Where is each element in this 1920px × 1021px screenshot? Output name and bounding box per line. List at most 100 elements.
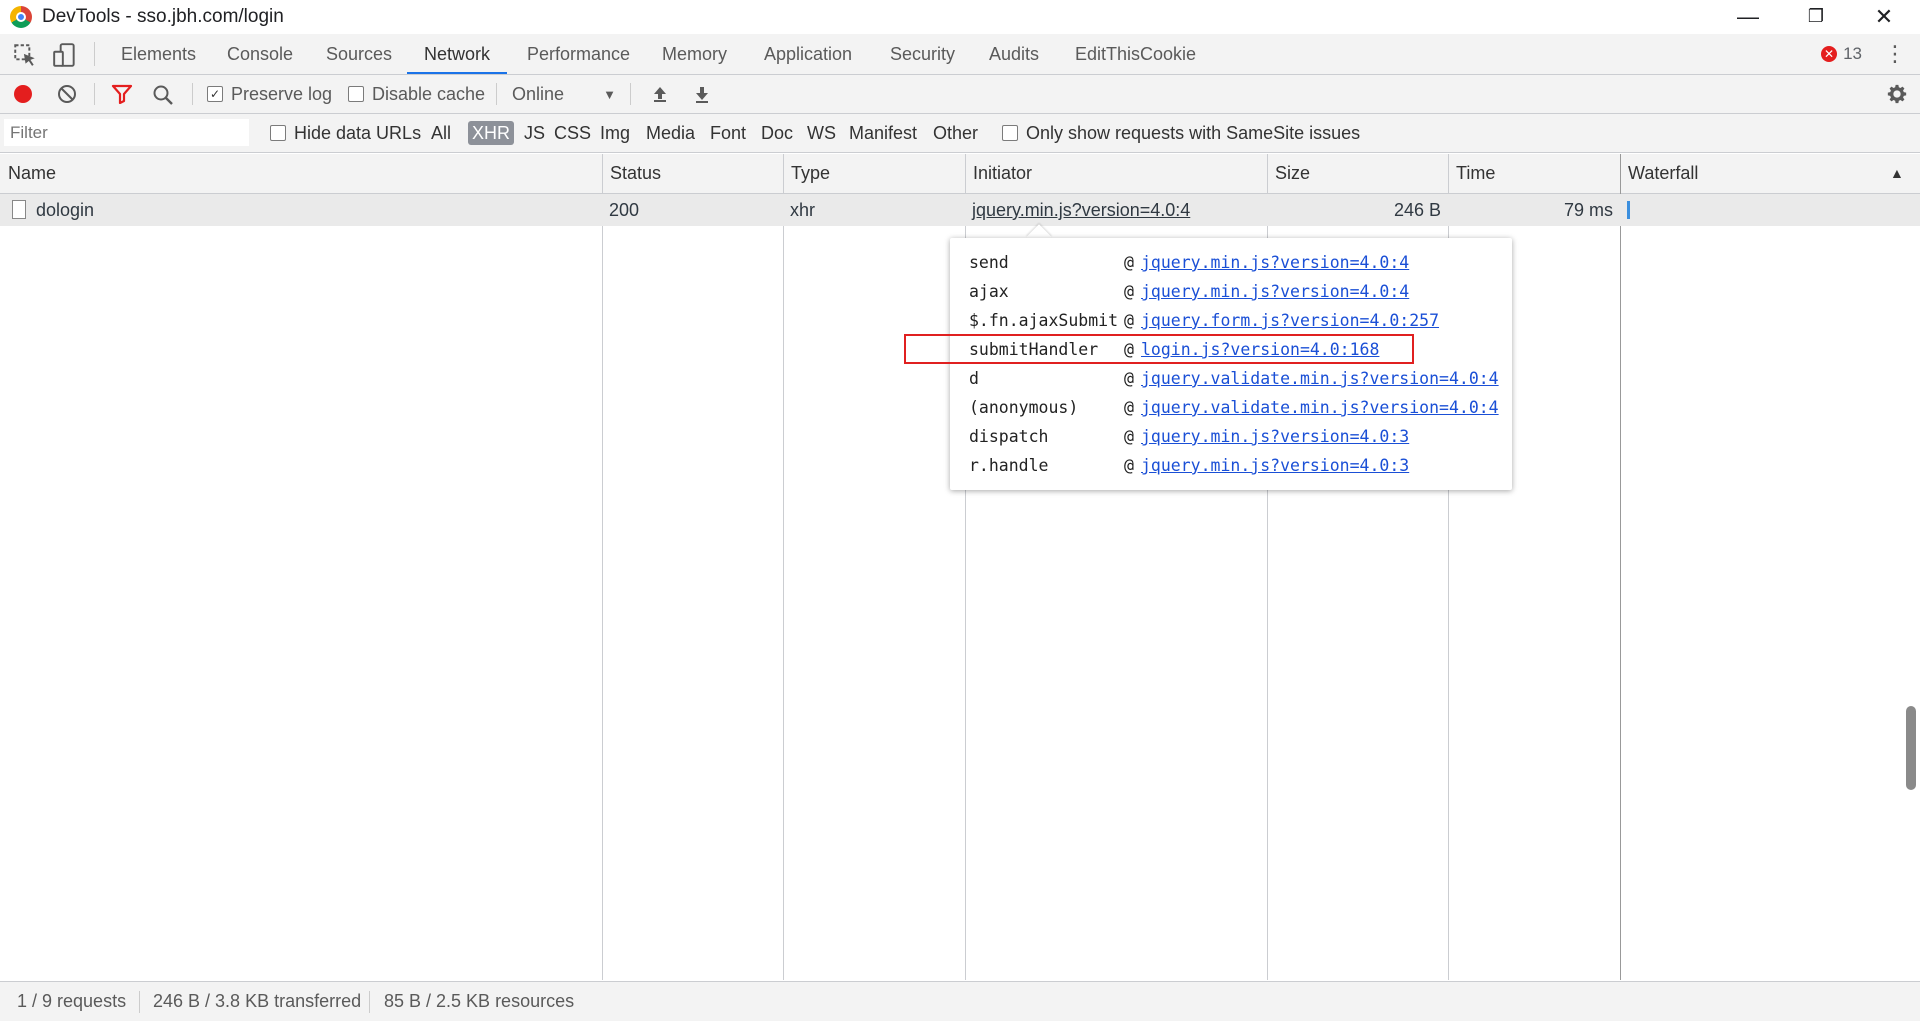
preserve-log-checkbox[interactable]: ✓ Preserve log <box>207 75 332 113</box>
filter-type-img[interactable]: Img <box>600 114 630 152</box>
filter-type-js[interactable]: JS <box>524 114 545 152</box>
stack-at: @ <box>1124 369 1134 388</box>
stack-source-link[interactable]: jquery.validate.min.js?version=4.0:4 <box>1141 364 1499 393</box>
search-icon[interactable] <box>152 84 174 106</box>
disable-cache-check <box>348 86 364 102</box>
toolbar-divider <box>192 83 193 105</box>
filter-type-doc[interactable]: Doc <box>761 114 793 152</box>
stack-function: $.fn.ajaxSubmit <box>969 311 1119 330</box>
samesite-label: Only show requests with SameSite issues <box>1026 122 1361 143</box>
filter-type-all[interactable]: All <box>431 114 451 152</box>
filter-type-ws[interactable]: WS <box>807 114 836 152</box>
tab-editthiscookie[interactable]: EditThisCookie <box>1075 34 1196 74</box>
filter-type-manifest[interactable]: Manifest <box>849 114 917 152</box>
disable-cache-checkbox[interactable]: Disable cache <box>348 75 485 113</box>
toolbar-divider <box>630 83 631 105</box>
filter-type-other[interactable]: Other <box>933 114 978 152</box>
clear-icon[interactable] <box>57 84 77 104</box>
record-icon <box>14 85 32 103</box>
tab-elements[interactable]: Elements <box>121 34 196 74</box>
chevron-down-icon: ▼ <box>603 86 616 102</box>
hide-data-urls-checkbox[interactable]: Hide data URLs <box>270 114 421 152</box>
filter-type-media[interactable]: Media <box>646 114 695 152</box>
column-header-initiator[interactable]: Initiator <box>965 154 1267 193</box>
request-size: 246 B <box>1393 200 1441 220</box>
minimize-button[interactable]: — <box>1718 0 1778 33</box>
hide-data-urls-label: Hide data URLs <box>294 122 422 143</box>
tab-application[interactable]: Application <box>764 34 852 74</box>
filter-type-css[interactable]: CSS <box>554 114 591 152</box>
stack-at: @ <box>1124 456 1134 475</box>
stack-source-link[interactable]: jquery.form.js?version=4.0:257 <box>1141 306 1439 335</box>
network-toolbar: ✓ Preserve log Disable cache Online ▼ <box>0 75 1920 114</box>
tab-memory[interactable]: Memory <box>662 34 727 74</box>
settings-gear-icon[interactable] <box>1886 83 1908 105</box>
column-header-type[interactable]: Type <box>783 154 965 193</box>
throttling-select[interactable]: Online ▼ <box>512 75 622 113</box>
column-header-size[interactable]: Size <box>1267 154 1448 193</box>
error-counter[interactable]: ✕ 13 <box>1821 34 1862 74</box>
column-header-name[interactable]: Name <box>0 154 602 193</box>
record-button[interactable] <box>14 75 32 113</box>
stack-source-link[interactable]: jquery.min.js?version=4.0:4 <box>1141 248 1409 277</box>
sort-ascending-icon[interactable]: ▲ <box>1890 154 1904 193</box>
stack-function: dispatch <box>969 427 1049 446</box>
filter-bar: Hide data URLs All XHR JS CSS Img Media … <box>0 114 1920 153</box>
request-type: xhr <box>790 200 816 220</box>
tab-audits[interactable]: Audits <box>989 34 1039 74</box>
column-divider[interactable] <box>602 154 603 980</box>
column-header-status[interactable]: Status <box>602 154 783 193</box>
filter-type-font[interactable]: Font <box>710 114 746 152</box>
toolbar-divider <box>496 83 497 105</box>
column-header-waterfall[interactable]: Waterfall <box>1620 154 1880 193</box>
error-icon: ✕ <box>1821 46 1838 62</box>
request-name[interactable]: dologin <box>36 194 94 226</box>
highlight-annotation-box <box>904 334 1414 364</box>
stack-at: @ <box>1124 398 1134 417</box>
request-time: 79 ms <box>1563 200 1613 220</box>
throttling-value: Online <box>512 83 565 104</box>
column-header-time[interactable]: Time <box>1448 154 1620 193</box>
devtools-tabbar: Elements Console Sources Network Perform… <box>0 34 1920 75</box>
status-divider <box>369 991 370 1013</box>
tab-console[interactable]: Console <box>227 34 293 74</box>
stack-source-link[interactable]: jquery.min.js?version=4.0:3 <box>1141 451 1409 480</box>
transferred-size: 246 B / 3.8 KB transferred <box>153 991 362 1011</box>
close-button[interactable]: ✕ <box>1854 0 1914 33</box>
stack-function: d <box>969 369 979 388</box>
filter-type-xhr[interactable]: XHR <box>468 121 515 145</box>
request-count: 1 / 9 requests <box>17 991 127 1011</box>
stack-at: @ <box>1124 427 1134 446</box>
tab-network[interactable]: Network <box>407 34 508 74</box>
stack-at: @ <box>1124 282 1134 301</box>
request-initiator-link[interactable]: jquery.min.js?version=4.0:4 <box>972 194 1190 226</box>
tab-sources[interactable]: Sources <box>326 34 392 74</box>
stack-at: @ <box>1124 253 1134 272</box>
tabbar-divider <box>94 42 95 66</box>
waterfall-timing-bar[interactable] <box>1627 201 1630 219</box>
tab-security[interactable]: Security <box>890 34 955 74</box>
more-options-icon[interactable]: ⋮ <box>1884 34 1906 74</box>
samesite-checkbox[interactable]: Only show requests with SameSite issues <box>1002 114 1360 152</box>
tab-performance[interactable]: Performance <box>527 34 630 74</box>
requests-table-header: Name Status Type Initiator Size Time Wat… <box>0 154 1920 194</box>
stack-function: ajax <box>969 282 1009 301</box>
stack-source-link[interactable]: jquery.min.js?version=4.0:3 <box>1141 422 1409 451</box>
preserve-log-label: Preserve log <box>231 83 333 104</box>
filter-icon[interactable] <box>111 84 133 104</box>
stack-source-link[interactable]: jquery.min.js?version=4.0:4 <box>1141 277 1409 306</box>
request-status: 200 <box>609 200 640 220</box>
import-har-icon[interactable] <box>650 84 670 104</box>
column-divider[interactable] <box>783 154 784 980</box>
filter-input[interactable] <box>4 119 249 146</box>
stack-source-link[interactable]: jquery.validate.min.js?version=4.0:4 <box>1141 393 1499 422</box>
vertical-scrollbar[interactable] <box>1906 706 1916 790</box>
device-toolbar-icon[interactable] <box>52 42 78 68</box>
column-divider[interactable] <box>1620 154 1621 980</box>
inspect-element-icon[interactable] <box>12 42 38 68</box>
initiator-stack-popover: send @ jquery.min.js?version=4.0:4 ajax … <box>950 238 1512 490</box>
export-har-icon[interactable] <box>692 84 712 104</box>
table-row[interactable]: dologin 200 xhr jquery.min.js?version=4.… <box>0 194 1920 226</box>
restore-button[interactable]: ❐ <box>1786 0 1846 33</box>
stack-function: send <box>969 253 1009 272</box>
